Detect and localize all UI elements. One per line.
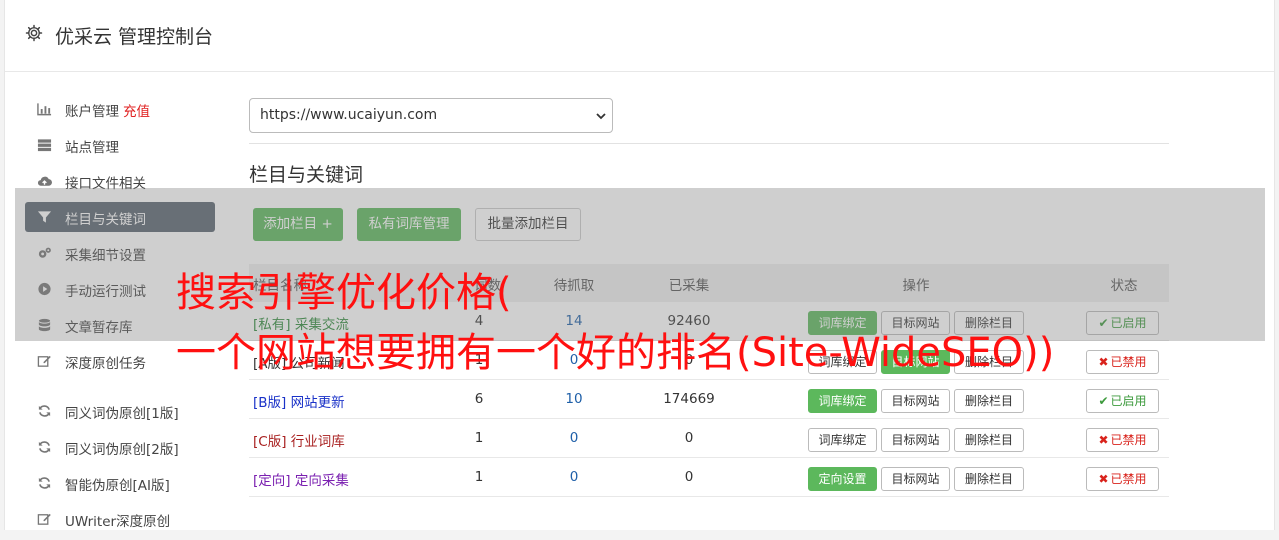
refresh-icon	[38, 477, 51, 489]
collected-count: 174669	[663, 391, 715, 407]
status-toggle[interactable]: ✖ 已禁用	[1086, 467, 1159, 491]
pending-count[interactable]: 0	[559, 469, 589, 485]
refresh-icon	[38, 405, 51, 417]
sidebar-item-label: 站点管理	[65, 140, 119, 156]
sidebar-item-synonym-v2[interactable]: 同义词伪原创[2版]	[25, 432, 215, 462]
server-icon	[37, 139, 52, 152]
close-icon: ✖	[1098, 355, 1109, 369]
sidebar-item-label: 智能伪原创[AI版]	[65, 478, 170, 494]
status-toggle[interactable]: ✖ 已禁用	[1086, 428, 1159, 452]
status-toggle[interactable]: ✖ 已禁用	[1086, 350, 1159, 374]
cloud-upload-icon	[37, 176, 52, 186]
site-select[interactable]: https://www.ucaiyun.com	[249, 98, 613, 133]
sidebar-item-label: 账户管理	[65, 104, 119, 120]
lexicon-bind-button[interactable]: 定向设置	[808, 467, 877, 491]
watermark-overlay	[15, 188, 1265, 341]
pending-count[interactable]: 0	[559, 430, 589, 446]
lexicon-bind-button[interactable]: 词库绑定	[808, 428, 877, 452]
column-title: 网站更新	[290, 395, 345, 411]
column-tag: [B版]	[253, 395, 287, 411]
column-title: 行业词库	[290, 434, 345, 450]
status-label: 已禁用	[1110, 472, 1147, 486]
bar-chart-icon	[37, 103, 52, 116]
column-name[interactable]: [B版] 网站更新	[253, 391, 345, 411]
status-label: 已禁用	[1110, 433, 1147, 447]
watermark-line-1: 搜索引擎优化价格(	[176, 270, 512, 316]
table-row: [B版] 网站更新 6 10 174669 词库绑定 目标网站 删除栏目 ✔ 已启用	[249, 380, 1169, 419]
close-icon: ✖	[1098, 433, 1109, 447]
recharge-link[interactable]: 充值	[123, 104, 150, 120]
status-toggle[interactable]: ✔ 已启用	[1086, 389, 1159, 413]
word-count: 6	[474, 391, 484, 407]
edit-icon	[37, 355, 51, 367]
sidebar-item-ai-rewrite[interactable]: 智能伪原创[AI版]	[25, 468, 215, 498]
column-tag: [C版]	[253, 434, 287, 450]
edit-icon	[37, 513, 51, 525]
sidebar-item-label: 深度原创任务	[65, 356, 146, 372]
collected-count: 0	[684, 469, 694, 485]
column-title: 定向采集	[294, 473, 349, 489]
section-title: 栏目与关键词	[249, 164, 364, 186]
sidebar-item-label: 同义词伪原创[2版]	[65, 442, 179, 458]
collected-count: 0	[684, 430, 694, 446]
column-name[interactable]: [定向] 定向采集	[253, 469, 349, 489]
site-select-value: https://www.ucaiyun.com	[260, 107, 438, 123]
check-icon: ✔	[1098, 394, 1109, 408]
column-tag: [定向]	[253, 473, 291, 489]
delete-column-button[interactable]: 删除栏目	[954, 428, 1024, 452]
delete-column-button[interactable]: 删除栏目	[954, 467, 1024, 491]
status-label: 已禁用	[1110, 355, 1147, 369]
refresh-icon	[38, 441, 51, 453]
divider	[25, 382, 215, 396]
page-title: 优采云 管理控制台	[55, 26, 214, 48]
target-site-button[interactable]: 目标网站	[881, 428, 950, 452]
sidebar-item-sites[interactable]: 站点管理	[25, 130, 215, 160]
sidebar-item-account[interactable]: 账户管理 充值	[25, 94, 215, 124]
target-site-button[interactable]: 目标网站	[881, 467, 950, 491]
table-row: [C版] 行业词库 1 0 0 词库绑定 目标网站 删除栏目 ✖ 已禁用	[249, 419, 1169, 458]
sidebar-item-label: UWriter深度原创	[65, 514, 171, 530]
header: 优采云 管理控制台	[5, 0, 1274, 72]
status-label: 已启用	[1110, 394, 1147, 408]
gear-icon	[25, 24, 43, 42]
table-row: [定向] 定向采集 1 0 0 定向设置 目标网站 删除栏目 ✖ 已禁用	[249, 458, 1169, 497]
pending-count[interactable]: 10	[559, 391, 589, 407]
divider	[249, 143, 1169, 144]
column-name[interactable]: [C版] 行业词库	[253, 430, 345, 450]
word-count: 1	[474, 469, 484, 485]
word-count: 1	[474, 430, 484, 446]
delete-column-button[interactable]: 删除栏目	[954, 389, 1024, 413]
chevron-down-icon	[596, 113, 606, 120]
watermark-line-2: 一个网站想要拥有一个好的排名(Site-WideSEO))	[176, 330, 1055, 376]
close-icon: ✖	[1098, 472, 1109, 486]
sidebar-item-synonym-v1[interactable]: 同义词伪原创[1版]	[25, 396, 215, 426]
sidebar-item-label: 同义词伪原创[1版]	[65, 406, 179, 422]
lexicon-bind-button[interactable]: 词库绑定	[808, 389, 877, 413]
target-site-button[interactable]: 目标网站	[881, 389, 950, 413]
